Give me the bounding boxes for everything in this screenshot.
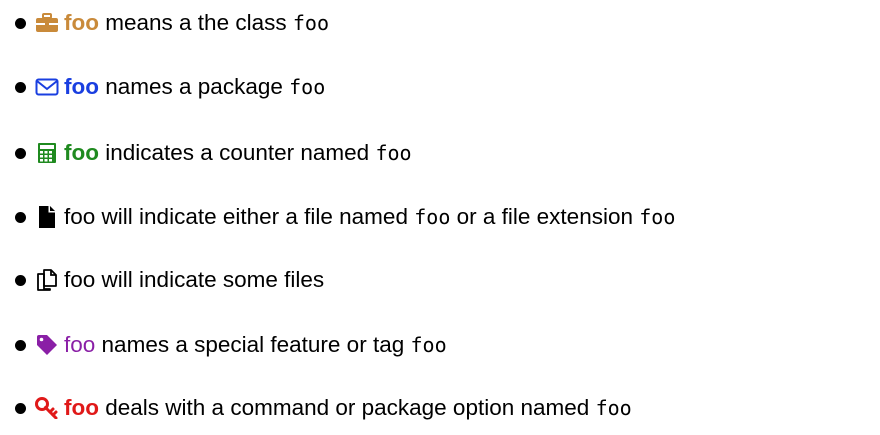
list-item-feature: foo names a special feature or tag foo — [0, 330, 447, 360]
item-text: deals with a command or package option n… — [105, 395, 590, 420]
package-key: foo — [64, 74, 99, 99]
feature-key: foo — [64, 332, 96, 357]
bullet — [15, 211, 26, 223]
envelope-icon — [35, 75, 59, 99]
item-text: names a package — [105, 74, 283, 99]
item-code: foo — [292, 11, 329, 35]
item-code: foo — [410, 333, 447, 357]
class-key: foo — [64, 10, 99, 35]
item-text: indicates a counter named — [105, 140, 370, 165]
list-item-file: foo will indicate either a file named fo… — [0, 202, 675, 232]
bullet — [15, 17, 26, 29]
tag-icon — [35, 333, 59, 357]
bullet — [15, 274, 26, 286]
item-text-after: or a file extension — [456, 204, 633, 229]
item-text: means a the class — [105, 10, 287, 35]
files-icon — [35, 268, 59, 292]
list-item-option: foo deals with a command or package opti… — [0, 393, 632, 423]
files-key: foo — [64, 267, 96, 292]
item-code: foo — [289, 75, 326, 99]
bullet — [15, 402, 26, 414]
option-key: foo — [64, 395, 99, 420]
counter-key: foo — [64, 140, 99, 165]
item-code: foo — [595, 396, 632, 420]
briefcase-icon — [35, 11, 59, 35]
item-text: will indicate some files — [101, 267, 325, 292]
key-icon — [35, 396, 59, 420]
file-key: foo — [64, 204, 96, 229]
item-text: names a special feature or tag — [101, 332, 405, 357]
bullet — [15, 81, 26, 93]
bullet — [15, 339, 26, 351]
calculator-icon — [35, 141, 59, 165]
item-code-after: foo — [639, 205, 676, 229]
bullet — [15, 147, 26, 159]
file-icon — [35, 205, 59, 229]
item-code: foo — [414, 205, 451, 229]
list-item-files: foo will indicate some files — [0, 265, 324, 295]
item-code: foo — [375, 141, 412, 165]
list-item-package: foo names a package foo — [0, 72, 325, 102]
list-item-counter: foo indicates a counter named foo — [0, 138, 412, 168]
list-item-class: foo means a the class foo — [0, 8, 329, 38]
item-text: will indicate either a file named — [101, 204, 408, 229]
